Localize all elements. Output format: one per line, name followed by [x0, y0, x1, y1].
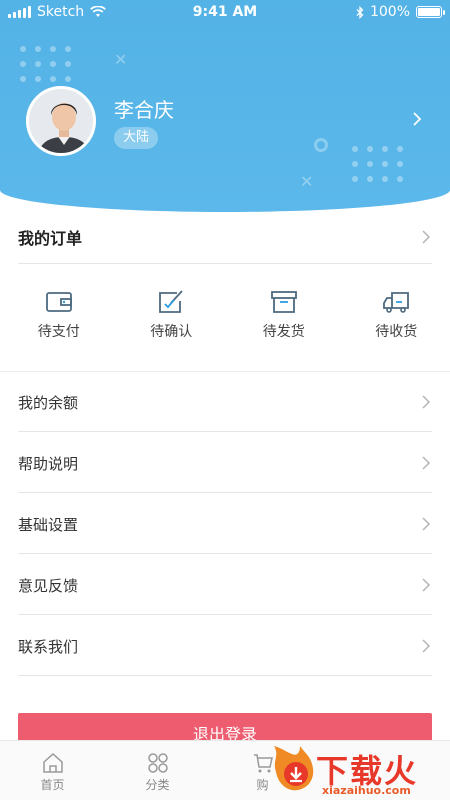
menu-settings[interactable]: 基础设置 — [18, 494, 432, 554]
watermark-flame-logo — [274, 746, 314, 791]
battery-icon — [416, 6, 445, 18]
menu-contact[interactable]: 联系我们 — [18, 616, 432, 676]
chevron-right-icon — [422, 517, 431, 531]
decorative-cross: ✕ — [300, 172, 314, 191]
wallet-icon — [45, 292, 72, 312]
menu-feedback[interactable]: 意见反馈 — [18, 555, 432, 615]
order-status-bar: 待支付 待确认 待发货 待收货 — [0, 280, 450, 350]
my-orders-row[interactable]: 我的订单 — [18, 210, 432, 264]
order-pending-receipt[interactable]: 待收货 — [343, 280, 450, 350]
decorative-dots — [20, 46, 71, 82]
tab-category[interactable]: 分类 — [105, 741, 210, 800]
menu-help[interactable]: 帮助说明 — [18, 433, 432, 493]
chevron-right-icon — [422, 578, 431, 592]
order-pending-payment[interactable]: 待支付 — [5, 280, 113, 350]
menu-balance[interactable]: 我的余额 — [18, 372, 432, 432]
truck-icon — [383, 292, 410, 313]
order-item-label: 待确认 — [150, 324, 193, 340]
profile-name: 李合庆 — [114, 98, 174, 122]
status-bar: Sketch 9:41 AM 100% — [0, 0, 450, 24]
decorative-ring — [314, 138, 328, 152]
watermark: 下载火 xiazaihuo.com — [266, 740, 450, 800]
profile-header: Sketch 9:41 AM 100% ✕ ✕ 李合庆 大陆 — [0, 0, 450, 212]
order-item-label: 待支付 — [37, 324, 80, 340]
my-orders-title: 我的订单 — [18, 229, 83, 248]
order-pending-confirm[interactable]: 待确认 — [118, 280, 226, 350]
order-item-label: 待发货 — [262, 324, 305, 340]
chevron-right-icon — [422, 395, 431, 409]
home-icon — [42, 752, 63, 773]
battery-percent: 100% — [369, 4, 410, 20]
avatar[interactable] — [26, 86, 96, 156]
menu-label: 帮助说明 — [18, 455, 79, 473]
menu-label: 我的余额 — [18, 394, 79, 412]
decorative-dots — [352, 146, 403, 182]
bluetooth-icon — [356, 5, 364, 19]
grid-icon — [147, 753, 168, 773]
decorative-cross: ✕ — [114, 50, 128, 69]
tab-home[interactable]: 首页 — [0, 741, 105, 800]
chevron-right-icon — [422, 230, 431, 244]
tab-label: 首页 — [40, 778, 65, 792]
menu-label: 联系我们 — [18, 638, 79, 656]
chevron-right-icon[interactable] — [410, 110, 424, 128]
menu-label: 意见反馈 — [18, 577, 79, 595]
order-pending-shipment[interactable]: 待发货 — [230, 280, 338, 350]
box-icon — [270, 291, 297, 313]
order-item-label: 待收货 — [375, 324, 418, 340]
avatar-photo — [29, 89, 93, 153]
watermark-domain: xiazaihuo.com — [322, 784, 411, 797]
tab-label: 分类 — [145, 778, 170, 792]
chevron-right-icon — [422, 639, 431, 653]
menu-label: 基础设置 — [18, 516, 79, 534]
edit-check-icon — [159, 290, 183, 313]
region-badge: 大陆 — [114, 127, 159, 149]
chevron-right-icon — [422, 456, 431, 470]
